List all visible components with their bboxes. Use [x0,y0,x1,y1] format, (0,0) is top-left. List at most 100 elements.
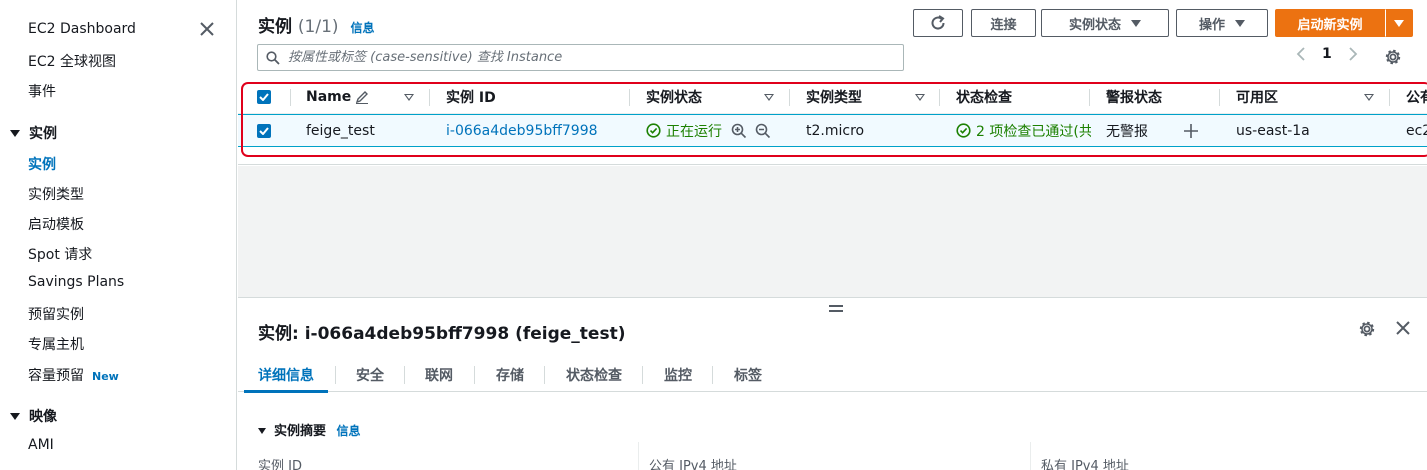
cell-type: t2.micro [806,122,865,139]
cell-state: 正在运行 [646,115,771,146]
cell-public: ec2 [1406,122,1427,139]
main-content: 实例 (1/1) 信息 连接 实例状态 操作 启动新实例 按属性或标签 (cas… [238,0,1427,470]
search-box[interactable] [257,44,904,71]
instance-summary-header[interactable]: 实例摘要 信息 [258,420,361,439]
column-header-state[interactable]: 实例状态 [646,80,702,113]
check-circle-icon [646,123,661,138]
status-check-label: 2 项检查已通过(共 [976,123,1091,140]
sidebar-item-global-view[interactable]: EC2 全球视图 [28,51,116,71]
sidebar-item-dashboard[interactable]: EC2 Dashboard [28,21,136,37]
page-title: 实例 (1/1) 信息 [258,12,374,37]
sidebar-section-images[interactable]: 映像 [10,406,57,426]
gear-icon[interactable] [1384,48,1402,70]
sidebar-item-capacity-reservations[interactable]: 容量预留 New [28,365,119,385]
edit-icon[interactable] [355,90,369,104]
pagination: 1 [1296,46,1358,62]
check-circle-icon [956,123,971,138]
sidebar-item-spot-requests[interactable]: Spot 请求 [28,244,92,264]
zoom-out-icon[interactable] [755,123,771,139]
launch-dropdown-button[interactable] [1385,9,1413,37]
caret-down-icon [1235,19,1245,27]
instances-table: Name 实例 ID 实例状态 实例类型 状态检查 警报状态 可用区 公 fei… [238,80,1427,147]
cell-az: us-east-1a [1236,122,1310,139]
check-icon [259,93,269,101]
filter-icon[interactable] [915,94,925,101]
title-text: 实例 [258,17,292,37]
chevron-right-icon[interactable] [1348,47,1358,61]
check-icon [259,127,269,135]
column-header-public[interactable]: 公有 [1406,80,1427,113]
plus-icon[interactable] [1183,115,1199,146]
gear-icon[interactable] [1358,320,1376,342]
sidebar-item-dedicated-hosts[interactable]: 专属主机 [28,334,84,354]
filter-icon[interactable] [764,94,774,101]
cell-alarm: 无警报 [1106,123,1148,140]
table-row[interactable]: feige_test i-066a4deb95bff7998 正在运行 t2.m… [238,114,1427,147]
button-label: 实例状态 [1068,17,1121,33]
tab-details[interactable]: 详细信息 [244,358,328,393]
sidebar-item-ami[interactable]: AMI [28,437,54,453]
resize-handle[interactable] [829,305,843,315]
zoom-in-icon[interactable] [731,123,747,139]
tab-tags[interactable]: 标签 [734,358,762,392]
column-header-instance-id[interactable]: 实例 ID [446,80,496,113]
column-label: Name [306,88,352,105]
button-label: 操作 [1198,17,1225,33]
close-icon[interactable] [1395,320,1411,340]
sidebar-item-savings-plans[interactable]: Savings Plans [28,274,124,290]
sidebar-item-instance-types[interactable]: 实例类型 [28,184,84,204]
field-public-ipv4-label: 公有 IPv4 地址 [649,459,737,470]
chevron-left-icon[interactable] [1296,47,1306,61]
row-checkbox[interactable] [257,124,271,138]
sidebar-item-reserved-instances[interactable]: 预留实例 [28,304,84,324]
tab-monitoring[interactable]: 监控 [664,358,692,392]
tab-storage[interactable]: 存储 [496,358,524,392]
refresh-button[interactable] [913,9,963,37]
cell-instance-id[interactable]: i-066a4deb95bff7998 [446,115,598,146]
column-header-type[interactable]: 实例类型 [806,80,862,113]
sidebar-item-instances[interactable]: 实例 [28,154,56,174]
field-private-ipv4-label: 私有 IPv4 地址 [1041,459,1129,470]
current-page[interactable]: 1 [1322,46,1332,62]
launch-instance-button[interactable]: 启动新实例 [1275,9,1385,37]
sidebar: EC2 Dashboard EC2 全球视图 事件 实例 实例 实例类型 启动模… [0,0,237,470]
sidebar-section-instances[interactable]: 实例 [10,123,57,143]
actions-button[interactable]: 操作 [1176,9,1268,37]
column-header-name[interactable]: Name [306,80,369,113]
instances-panel: 实例 (1/1) 信息 连接 实例状态 操作 启动新实例 按属性或标签 (cas… [238,0,1427,165]
sidebar-item-events[interactable]: 事件 [28,81,56,101]
section-label: 映像 [29,409,57,425]
field-instance-id-label: 实例 ID [258,459,302,470]
state-label: 正在运行 [666,123,722,140]
caret-down-icon [258,427,266,434]
detail-panel: 实例: i-066a4deb95bff7998 (feige_test) 详细信… [238,297,1427,470]
caret-down-icon [1394,19,1404,27]
empty-area [238,166,1427,297]
sidebar-item-launch-templates[interactable]: 启动模板 [28,214,84,234]
close-icon[interactable] [199,21,215,37]
connect-button[interactable]: 连接 [971,9,1036,37]
ec2-console: EC2 Dashboard EC2 全球视图 事件 实例 实例 实例类型 启动模… [0,0,1427,470]
column-header-az[interactable]: 可用区 [1236,80,1278,113]
caret-down-icon [1131,19,1141,27]
filter-icon[interactable] [1364,94,1374,101]
info-link[interactable]: 信息 [337,424,361,438]
filter-icon[interactable] [404,94,414,101]
column-header-status-check[interactable]: 状态检查 [956,80,1012,113]
table-header: Name 实例 ID 实例状态 实例类型 状态检查 警报状态 可用区 公 [238,80,1427,114]
column-header-alarm[interactable]: 警报状态 [1106,80,1162,113]
info-link[interactable]: 信息 [350,21,374,35]
search-input[interactable] [288,50,888,65]
tab-security[interactable]: 安全 [356,358,384,392]
detail-title: 实例: i-066a4deb95bff7998 (feige_test) [258,324,626,344]
detail-tabs: 详细信息 安全 联网 存储 状态检查 监控 标签 [238,358,1427,393]
summary-title: 实例摘要 [274,424,327,439]
tab-status-checks[interactable]: 状态检查 [566,358,622,392]
cell-name: feige_test [306,122,375,139]
select-all-checkbox[interactable] [257,90,271,104]
section-label: 实例 [29,126,57,142]
instance-state-button[interactable]: 实例状态 [1041,9,1169,37]
tab-networking[interactable]: 联网 [425,358,453,392]
cell-status-check: 2 项检查已通过(共 [956,115,1091,146]
search-icon [266,50,280,65]
